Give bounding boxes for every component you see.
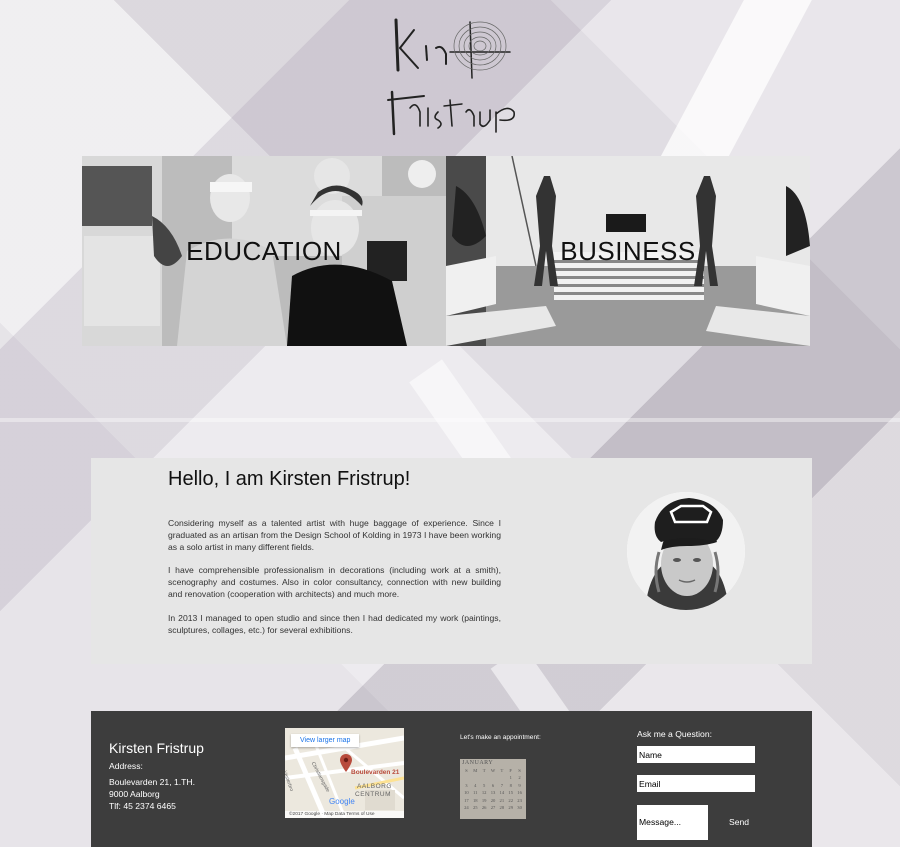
name-field[interactable] [637, 746, 755, 763]
about-section: Hello, I am Kirsten Fristrup! Considerin… [91, 458, 812, 664]
map-pin-label: Boulevarden 21 [351, 769, 400, 776]
map-area-label: AALBORG [357, 783, 392, 790]
about-paragraph: Considering myself as a talented artist … [168, 518, 501, 552]
business-label: BUSINESS [560, 236, 696, 266]
calendar-day[interactable]: 25 [471, 805, 480, 810]
footer-name: Kirsten Fristrup [109, 740, 204, 756]
site-logo[interactable] [380, 8, 530, 138]
calendar-day[interactable]: 4 [471, 783, 480, 788]
send-button[interactable]: Send [729, 817, 749, 827]
map-area-label: CENTRUM [355, 791, 391, 798]
calendar-day[interactable]: 2 [515, 775, 524, 780]
signature-logo-icon [387, 18, 516, 136]
category-banner: EDUCATION BUSINESS [82, 156, 810, 346]
background-band [0, 418, 900, 422]
ask-question-label: Ask me a Question: [637, 729, 712, 739]
address-label: Address: [109, 761, 143, 771]
calendar-day[interactable]: 20 [489, 798, 498, 803]
map-credits: ©2017 Google · Map Data Terms of Use [285, 811, 404, 818]
calendar-day[interactable]: 21 [497, 798, 506, 803]
calendar-day [480, 775, 489, 780]
calendar-day[interactable]: 26 [480, 805, 489, 810]
calendar-day[interactable]: 30 [515, 805, 524, 810]
email-field[interactable] [637, 775, 755, 792]
address-city: 9000 Aalborg [109, 789, 160, 799]
calendar-weekday: S [518, 768, 521, 773]
calendar-day[interactable]: 13 [489, 790, 498, 795]
calendar-day[interactable]: 17 [462, 798, 471, 803]
avatar [627, 492, 745, 610]
about-title: Hello, I am Kirsten Fristrup! [168, 468, 411, 490]
location-map[interactable]: View larger map Boulevarden 21 AALBORG C… [285, 728, 404, 818]
about-text: Considering myself as a talented artist … [168, 518, 501, 648]
appointment-calendar[interactable]: JANUARY S M T W T F S 1 2 3 4 5 6 7 8 9 10 11 12 13 14 15 16 17… [460, 759, 526, 819]
education-label: EDUCATION [186, 236, 342, 266]
calendar-weekday: S [465, 768, 468, 773]
calendar-weekday: T [482, 768, 486, 773]
calendar-day[interactable]: 9 [515, 783, 524, 788]
about-paragraph: In 2013 I managed to open studio and sin… [168, 612, 501, 635]
phone-number: Tlf: 45 2374 6465 [109, 801, 176, 811]
about-paragraph: I have comprehensible professionalism in… [168, 565, 501, 599]
business-tile[interactable]: BUSINESS [446, 156, 810, 346]
view-larger-map-link[interactable]: View larger map [291, 734, 360, 747]
calendar-day[interactable]: 8 [506, 783, 515, 788]
calendar-day[interactable]: 1 [506, 775, 515, 780]
appointment-label: Let's make an appointment: [460, 734, 541, 741]
calendar-day[interactable]: 11 [471, 790, 480, 795]
calendar-day[interactable]: 7 [497, 783, 506, 788]
calendar-day[interactable]: 27 [489, 805, 498, 810]
message-field[interactable] [637, 805, 708, 840]
calendar-day[interactable]: 10 [462, 790, 471, 795]
calendar-day[interactable]: 14 [497, 790, 506, 795]
calendar-weekday: M [473, 768, 478, 773]
address-street: Boulevarden 21, 1.TH. [109, 777, 195, 787]
calendar-day [471, 775, 480, 780]
calendar-day[interactable]: 15 [506, 790, 515, 795]
calendar-day[interactable]: 6 [489, 783, 498, 788]
calendar-weekday: F [509, 768, 512, 773]
education-tile[interactable]: EDUCATION [82, 156, 446, 346]
calendar-day[interactable]: 16 [515, 790, 524, 795]
calendar-day [497, 775, 506, 780]
calendar-day[interactable]: 22 [506, 798, 515, 803]
portrait-photo [627, 492, 745, 610]
calendar-weekday: W [490, 768, 496, 773]
calendar-day [462, 775, 471, 780]
calendar-day[interactable]: 12 [480, 790, 489, 795]
calendar-day[interactable]: 18 [471, 798, 480, 803]
calendar-day[interactable]: 24 [462, 805, 471, 810]
calendar-month: JANUARY [462, 760, 494, 766]
calendar-day[interactable]: 28 [497, 805, 506, 810]
calendar-grid: S M T W T F S 1 2 3 4 5 6 7 8 9 10 11 12 13 14 15 16 17 18 19 20 21… [462, 768, 524, 810]
calendar-day[interactable]: 3 [462, 783, 471, 788]
calendar-day[interactable]: 23 [515, 798, 524, 803]
calendar-day[interactable]: 5 [480, 783, 489, 788]
calendar-day [489, 775, 498, 780]
calendar-weekday: T [500, 768, 504, 773]
google-logo: Google [329, 797, 355, 806]
calendar-day[interactable]: 19 [480, 798, 489, 803]
footer: Kirsten Fristrup Address: Boulevarden 21… [91, 711, 812, 847]
calendar-day[interactable]: 29 [506, 805, 515, 810]
